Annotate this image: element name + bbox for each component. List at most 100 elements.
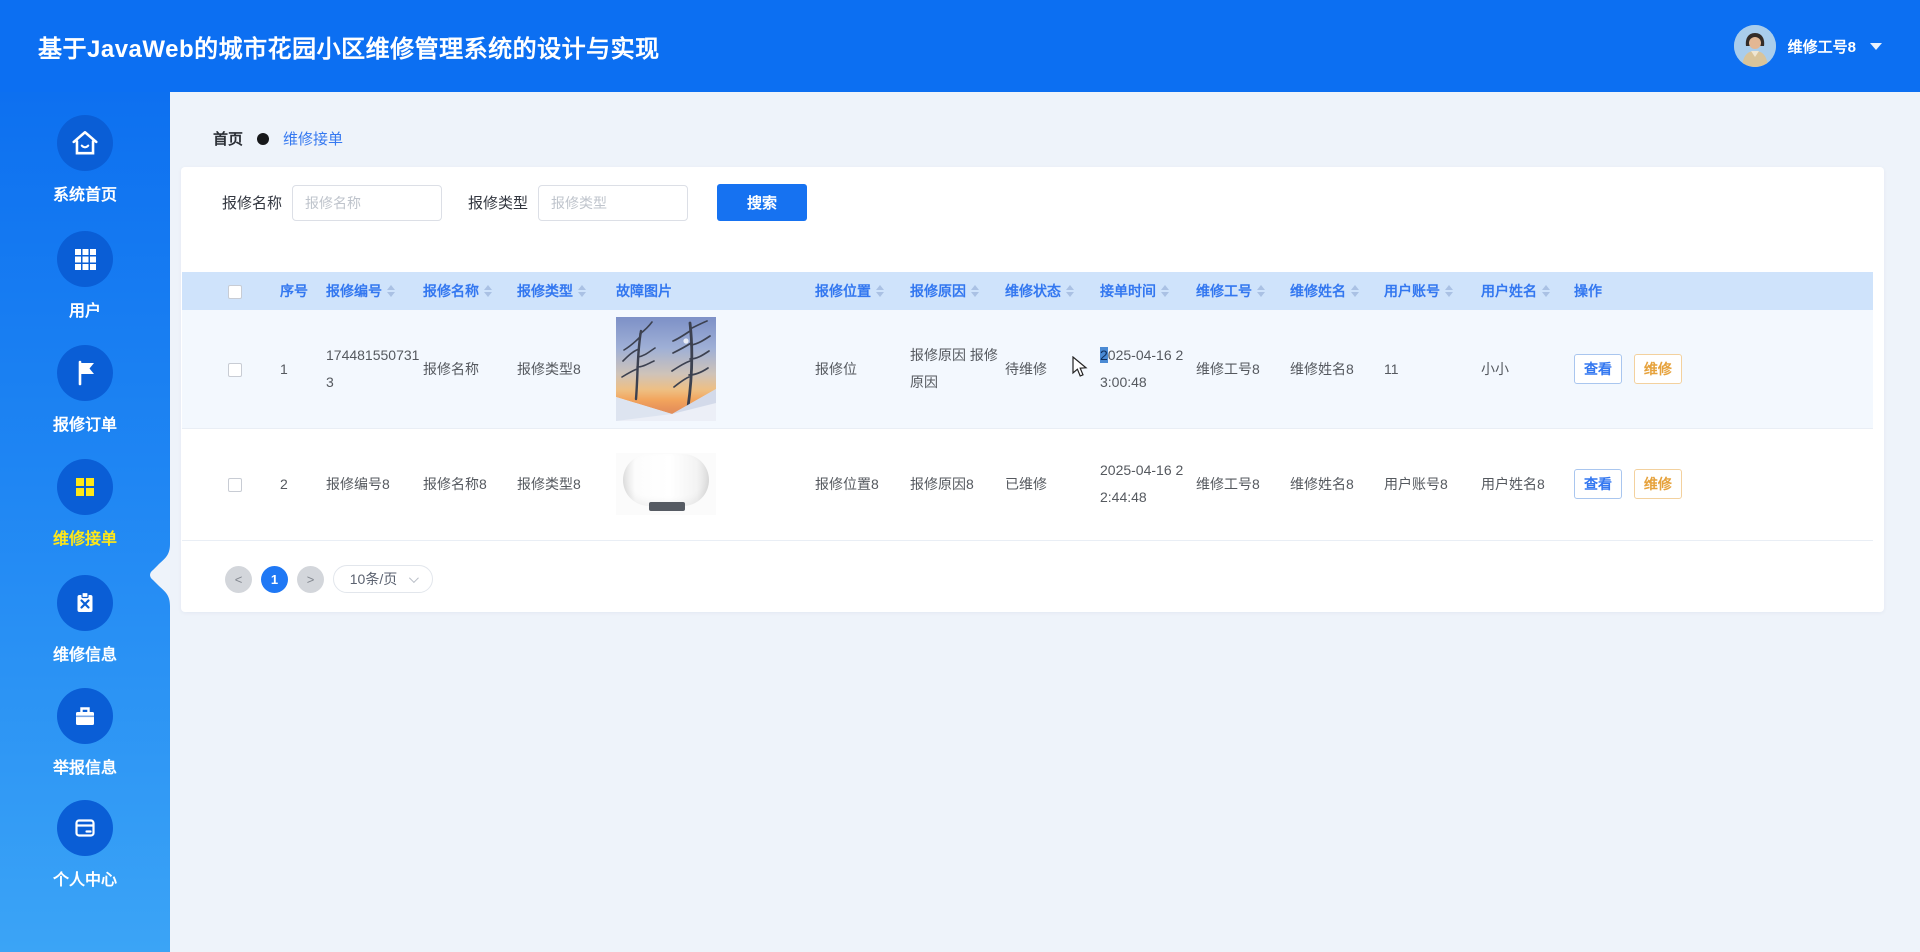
sidebar-item-repair-info[interactable]: 维修信息 [0,575,170,665]
breadcrumb-home[interactable]: 首页 [213,128,243,149]
app-title: 基于JavaWeb的城市花园小区维修管理系统的设计与实现 [38,35,660,63]
col-user-name[interactable]: 用户姓名 [1481,272,1574,310]
sort-icon[interactable] [1257,285,1265,297]
col-accept-time[interactable]: 接单时间 [1100,272,1196,310]
view-button[interactable]: 查看 [1574,353,1622,384]
pagination: < 1 > 10条/页 [225,565,433,593]
repair-button[interactable]: 维修 [1633,469,1682,499]
col-repair-type[interactable]: 报修类型 [517,272,616,310]
view-button[interactable]: 查看 [1574,469,1622,499]
cell-repair-name: 报修名称 [423,360,479,377]
col-repair-no[interactable]: 报修编号 [326,272,423,310]
fault-image-winter-trees[interactable] [616,316,716,421]
cell-worker-name: 维修姓名8 [1290,360,1354,377]
sidebar-item-personal-center[interactable]: 个人中心 [0,800,170,890]
briefcase-icon [76,707,94,725]
cell-index: 2 [280,476,288,492]
sort-icon[interactable] [1445,285,1453,297]
user-menu[interactable]: 维修工号8 [1733,25,1882,67]
repair-name-label: 报修名称 [222,195,283,212]
col-actions: 操作 [1574,272,1873,310]
cell-user-name: 小小 [1481,360,1509,377]
table-row: 2 报修编号8 报修名称8 报修类型8 报修位置8 报修原因8 已维修 2025… [182,428,1873,540]
sidebar-nav: 系统首页 用户 报修订单 维修接单 维修信息 举报信息 个人中心 [0,92,170,952]
sidebar-item-users[interactable]: 用户 [0,231,170,321]
cell-accept-time: 2025-04-16 2 3:00:48 [1100,347,1184,390]
page-1-button[interactable]: 1 [261,565,288,593]
cell-location: 报修位 [815,360,857,377]
col-fault-image: 故障图片 [616,272,815,310]
cell-user-name: 用户姓名8 [1481,476,1545,492]
repair-name-input[interactable] [292,184,443,221]
repair-orders-table: 序号 报修编号 报修名称 报修类型 故障图片 报修位置 报修原因 维修状态 接单… [182,272,1873,541]
table-row: 1 174481550731 3 报修名称 报修类型8 报修位 报修原因 报修 … [182,310,1873,428]
col-worker-no[interactable]: 维修工号 [1196,272,1290,310]
col-location[interactable]: 报修位置 [815,272,910,310]
fault-image-water-heater[interactable] [616,453,716,515]
col-user-account[interactable]: 用户账号 [1384,272,1481,310]
sort-icon[interactable] [484,285,492,297]
sort-icon[interactable] [1161,285,1169,297]
table-header-row: 序号 报修编号 报修名称 报修类型 故障图片 报修位置 报修原因 维修状态 接单… [182,272,1873,310]
sidebar-item-repair-accept[interactable]: 维修接单 [0,459,170,549]
repair-type-input[interactable] [538,184,689,221]
sort-icon[interactable] [1542,285,1550,297]
cell-status: 待维修 [1005,360,1047,377]
cell-accept-time: 2025-04-16 2 2:44:48 [1100,462,1184,505]
sort-icon[interactable] [971,285,979,297]
page-size-select[interactable]: 10条/页 [333,565,433,593]
avatar-photo [1733,25,1776,67]
cell-repair-no: 174481550731 3 [326,347,420,390]
col-index: 序号 [280,272,326,310]
col-worker-name[interactable]: 维修姓名 [1290,272,1384,310]
sidebar-item-system-home[interactable]: 系统首页 [0,115,170,205]
chevron-down-icon [1870,42,1882,50]
col-status[interactable]: 维修状态 [1005,272,1100,310]
sort-icon[interactable] [1066,285,1074,297]
cell-repair-type: 报修类型8 [517,360,581,377]
cell-reason: 报修原因 报修 原因 [910,347,998,390]
main-content: 首页 维修接单 报修名称 报修类型 搜索 序号 报修编号 [170,92,1920,952]
cell-worker-no: 维修工号8 [1196,476,1260,492]
row-checkbox[interactable] [228,478,242,493]
clipboard-x-icon [77,591,93,612]
user-name-label: 维修工号8 [1787,38,1856,56]
id-card-icon [75,819,95,837]
prev-page-button[interactable]: < [225,565,252,593]
search-filter-bar: 报修名称 报修类型 搜索 [222,184,808,221]
sidebar-item-repair-orders[interactable]: 报修订单 [0,345,170,435]
repair-type-label: 报修类型 [468,195,529,212]
cell-repair-type: 报修类型8 [517,476,581,492]
row-checkbox[interactable] [228,362,242,377]
cell-reason: 报修原因8 [910,476,974,492]
content-panel: 报修名称 报修类型 搜索 序号 报修编号 报修名称 报修类型 [181,167,1884,612]
select-all-checkbox[interactable] [228,285,242,300]
cell-worker-name: 维修姓名8 [1290,476,1354,492]
sort-icon[interactable] [1351,285,1359,297]
col-repair-name[interactable]: 报修名称 [423,272,517,310]
sidebar-item-report-info[interactable]: 举报信息 [0,688,170,778]
cell-user-account: 用户账号8 [1384,476,1448,492]
grid-2x2-icon [76,478,94,496]
breadcrumb: 首页 维修接单 [213,128,343,149]
cell-status: 已维修 [1005,476,1047,492]
sort-icon[interactable] [387,285,395,297]
cell-user-account: 11 [1384,360,1399,377]
grid-3x3-icon [75,249,96,270]
sort-icon[interactable] [876,285,884,297]
cell-repair-no: 报修编号8 [326,476,390,492]
breadcrumb-separator-dot [257,132,270,145]
selected-text: 2 [1100,347,1108,364]
avatar[interactable] [1733,25,1776,67]
next-page-button[interactable]: > [297,565,324,593]
chevron-down-icon [409,572,420,583]
home-icon [72,131,98,155]
repair-button[interactable]: 维修 [1633,353,1682,384]
cell-location: 报修位置8 [815,476,879,492]
flag-icon [78,360,94,386]
sort-icon[interactable] [578,285,586,297]
search-button[interactable]: 搜索 [717,184,808,221]
cell-worker-no: 维修工号8 [1196,360,1260,377]
col-reason[interactable]: 报修原因 [910,272,1005,310]
breadcrumb-current[interactable]: 维修接单 [283,128,343,149]
